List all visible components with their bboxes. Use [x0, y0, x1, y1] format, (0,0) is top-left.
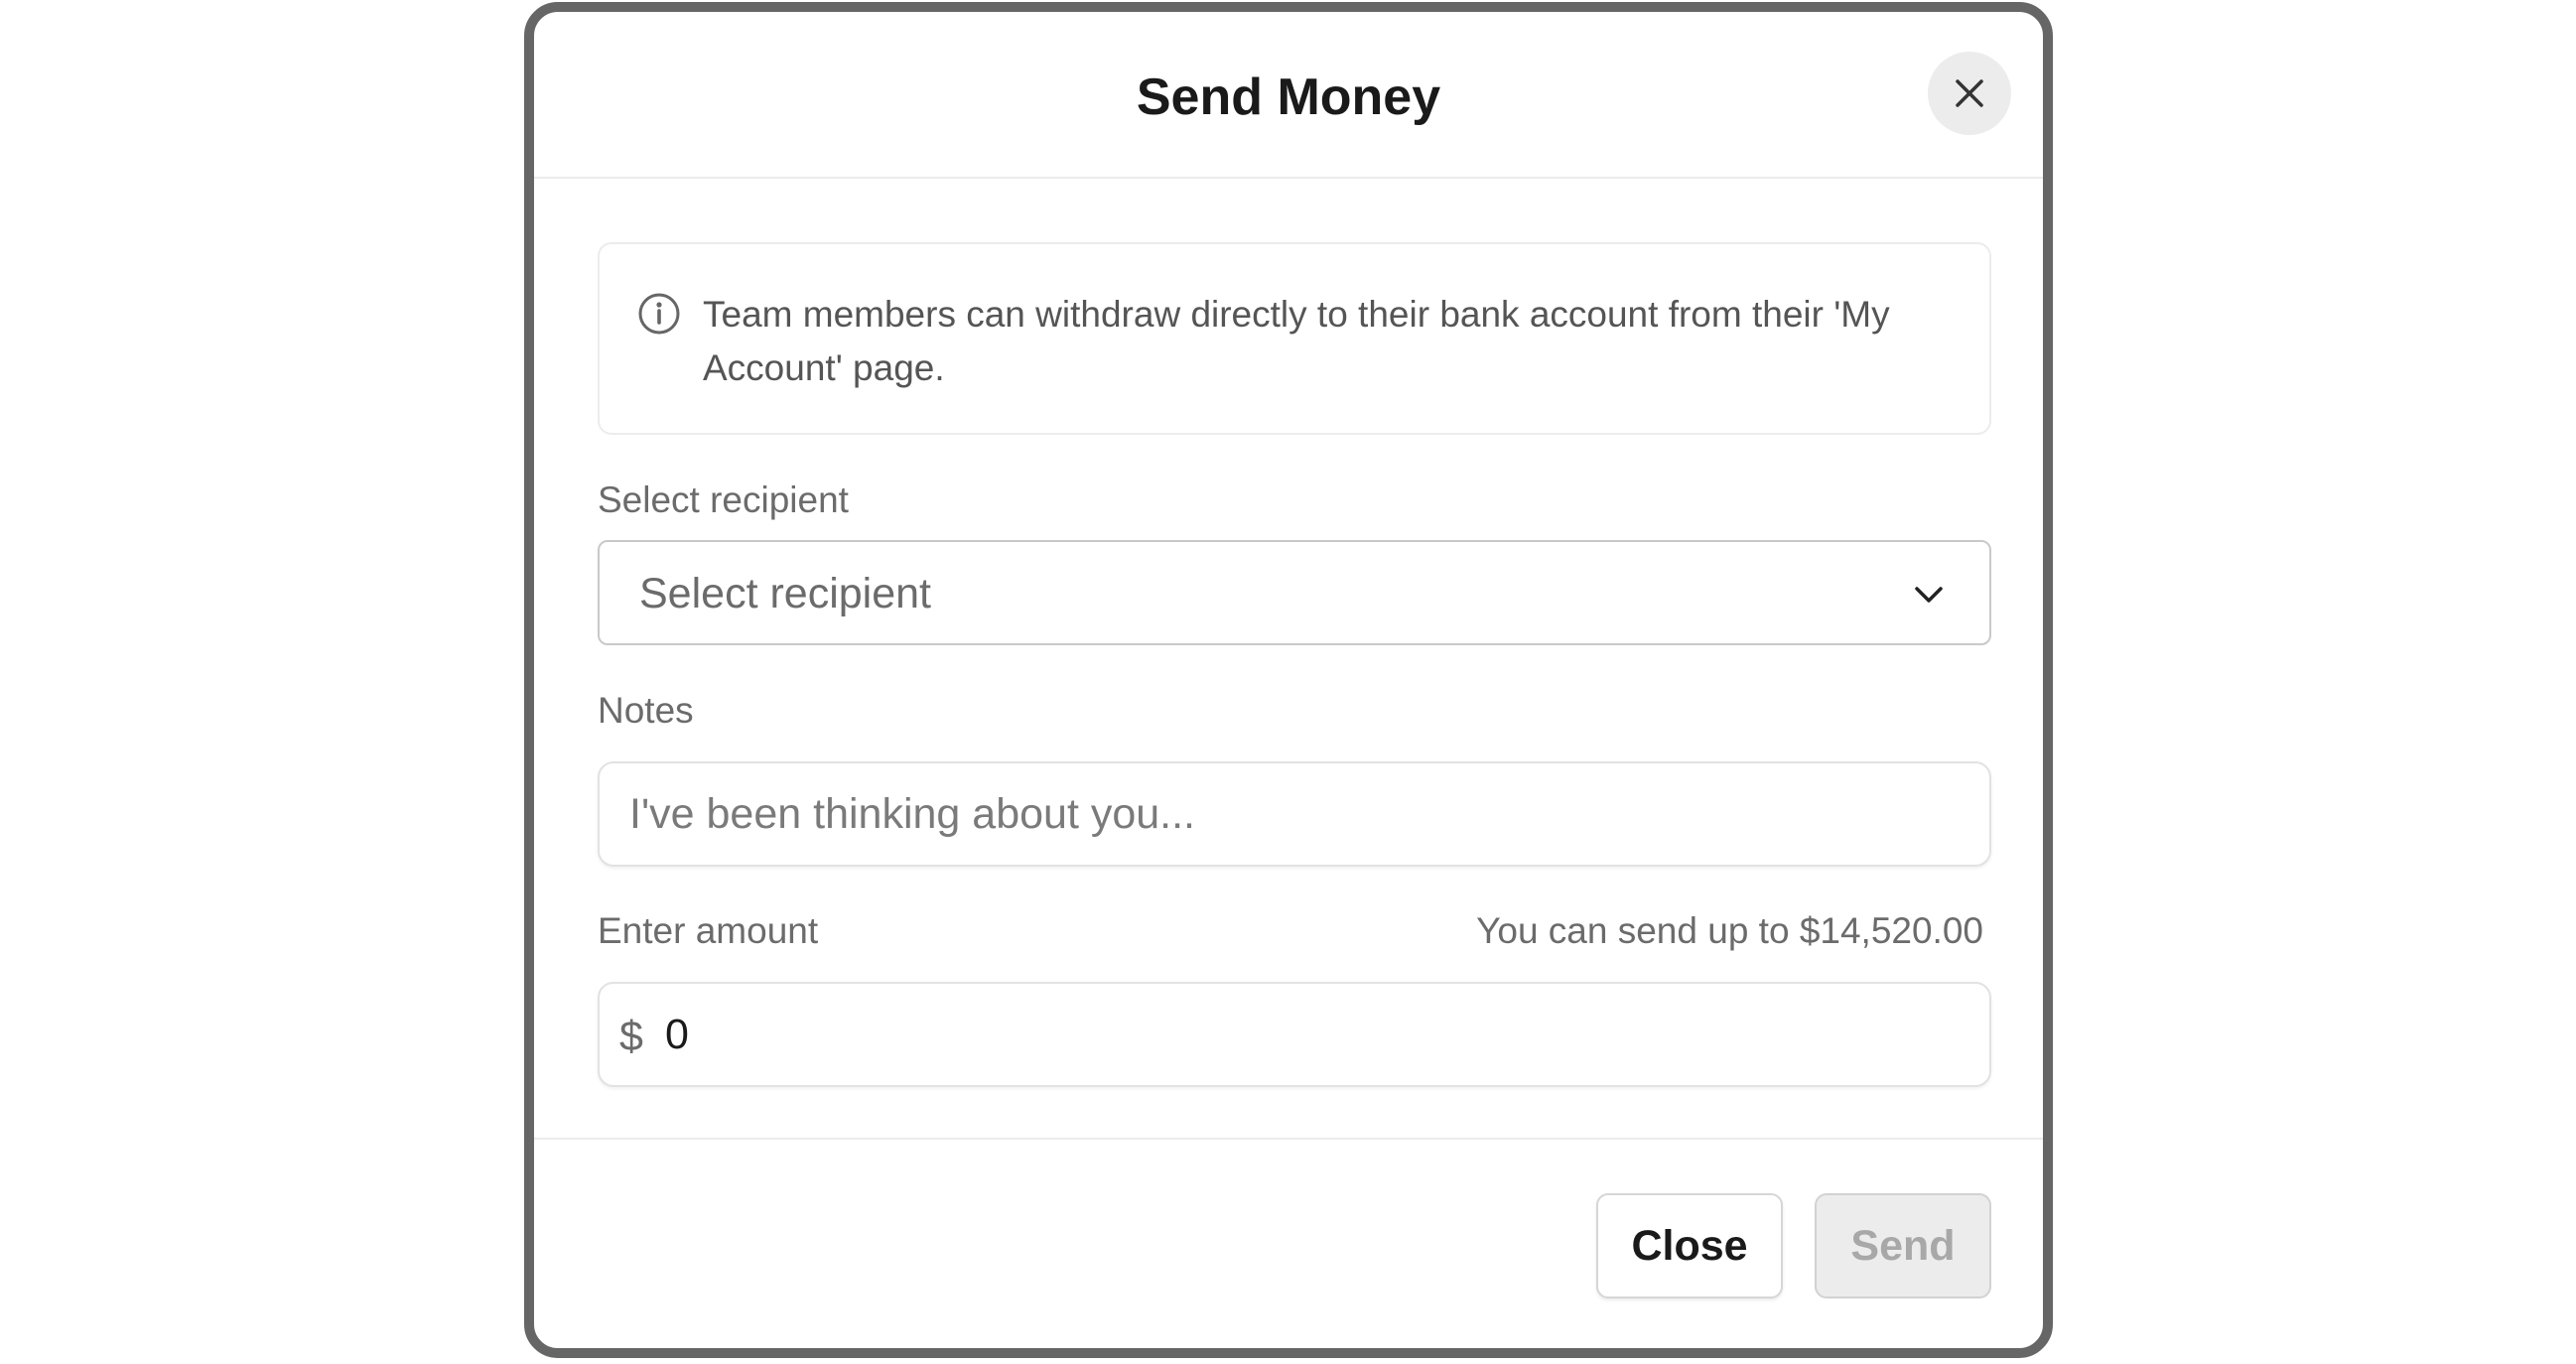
recipient-select[interactable]: Select recipient	[598, 540, 1991, 645]
recipient-label: Select recipient	[598, 479, 849, 520]
info-icon	[638, 293, 680, 335]
close-icon	[1956, 79, 1983, 107]
amount-label: Enter amount	[598, 910, 819, 951]
dialog-title: Send Money	[1136, 68, 1441, 126]
currency-symbol: $	[619, 1013, 643, 1060]
close-button[interactable]: Close	[1596, 1193, 1783, 1298]
notes-label: Notes	[598, 690, 694, 731]
send-limit-text: You can send up to $14,520.00	[1476, 910, 1983, 951]
info-text: Team members can withdraw directly to th…	[703, 294, 1890, 388]
notes-input[interactable]	[629, 763, 1960, 865]
amount-field: $	[598, 982, 1991, 1087]
notes-field	[598, 761, 1991, 867]
recipient-select-placeholder: Select recipient	[639, 570, 931, 617]
info-notice: Team members can withdraw directly to th…	[598, 242, 1991, 435]
send-money-dialog: Send Money Team members can withdraw dir…	[524, 2, 2053, 1358]
send-button[interactable]: Send	[1815, 1193, 1991, 1298]
amount-input[interactable]	[665, 984, 1956, 1085]
close-dialog-button[interactable]	[1928, 52, 2011, 135]
dialog-header: Send Money	[534, 12, 2043, 179]
chevron-down-icon	[1915, 587, 1943, 603]
